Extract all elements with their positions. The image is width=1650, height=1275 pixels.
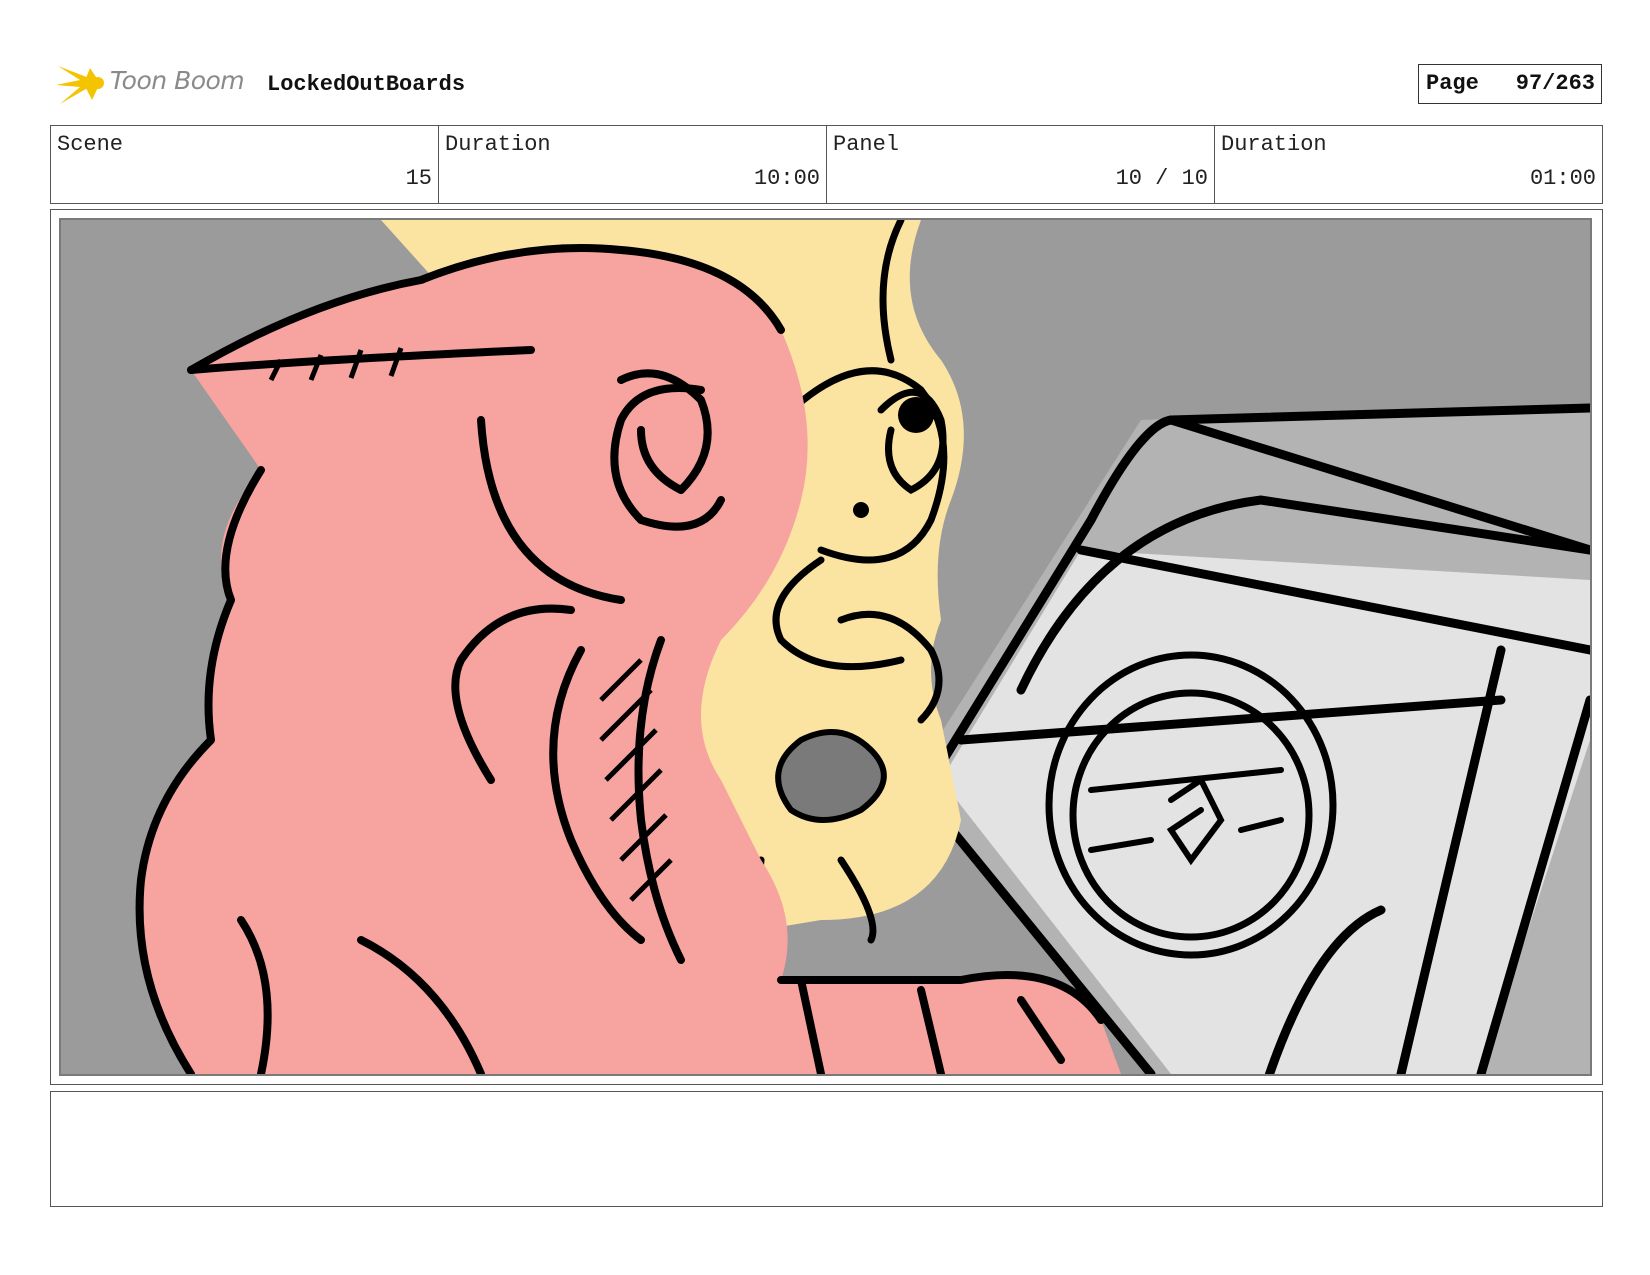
scene-duration-label: Duration xyxy=(445,132,551,157)
storyboard-panel-frame xyxy=(50,209,1603,1085)
storyboard-drawing xyxy=(59,218,1592,1076)
scene-label: Scene xyxy=(57,132,124,157)
scene-duration-cell: Duration 10:00 xyxy=(438,126,826,203)
panel-value: 10 / 10 xyxy=(1115,166,1208,191)
scene-duration-value: 10:00 xyxy=(753,166,820,191)
starburst-icon xyxy=(56,66,104,104)
panel-cell: Panel 10 / 10 xyxy=(826,126,1214,203)
page-header: Toon Boom LockedOutBoards Page 97/263 xyxy=(52,58,1604,108)
page-value: 97/263 xyxy=(1515,71,1595,96)
logo-text: Toon Boom xyxy=(110,66,245,95)
scene-value: 15 xyxy=(405,166,432,191)
panel-duration-value: 01:00 xyxy=(1529,166,1596,191)
sketch-illustration xyxy=(61,220,1590,1074)
panel-duration-cell: Duration 01:00 xyxy=(1214,126,1602,203)
panel-label: Panel xyxy=(833,132,900,157)
toon-boom-logo: Toon Boom xyxy=(54,58,254,108)
panel-notes-box xyxy=(50,1091,1603,1207)
scene-cell: Scene 15 xyxy=(51,126,438,203)
page-indicator: Page 97/263 xyxy=(1418,64,1602,104)
project-title: LockedOutBoards xyxy=(267,72,466,97)
panel-duration-label: Duration xyxy=(1221,132,1327,157)
page-label: Page xyxy=(1426,71,1479,96)
panel-info-table: Scene 15 Duration 10:00 Panel 10 / 10 Du… xyxy=(50,125,1603,204)
